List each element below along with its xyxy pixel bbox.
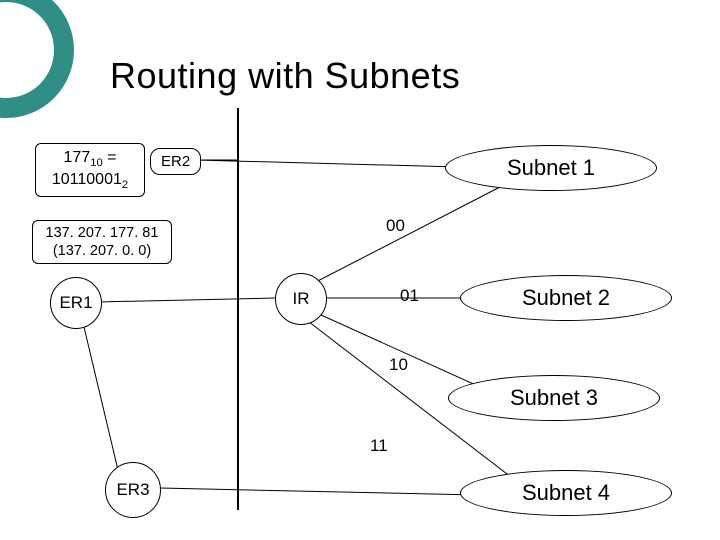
bin-value: 10110001 bbox=[52, 171, 122, 188]
dec-bin-box: 17710 = 101100012 bbox=[35, 143, 145, 197]
bits-01: 01 bbox=[400, 286, 419, 306]
er1-node: ER1 bbox=[50, 277, 102, 329]
slide-title: Routing with Subnets bbox=[110, 55, 460, 97]
dec-base: 10 bbox=[90, 157, 102, 169]
subnet-2: Subnet 2 bbox=[460, 275, 672, 321]
bits-10: 10 bbox=[389, 355, 408, 375]
ir-node: IR bbox=[275, 273, 327, 325]
bits-11: 11 bbox=[370, 436, 388, 456]
ip-line1: 137. 207. 177. 81 bbox=[46, 225, 159, 241]
subnet-1: Subnet 1 bbox=[445, 145, 657, 191]
er3-node: ER3 bbox=[105, 462, 161, 518]
eq-sign: = bbox=[103, 149, 117, 166]
dec-value: 177 bbox=[64, 149, 91, 166]
subnet-3: Subnet 3 bbox=[448, 375, 660, 421]
ip-line2: (137. 207. 0. 0) bbox=[53, 243, 151, 259]
ip-address-box: 137. 207. 177. 81 (137. 207. 0. 0) bbox=[32, 220, 172, 264]
bits-00: 00 bbox=[386, 216, 405, 236]
bin-base: 2 bbox=[122, 179, 128, 191]
er2-node: ER2 bbox=[150, 148, 201, 175]
subnet-4: Subnet 4 bbox=[460, 470, 672, 516]
